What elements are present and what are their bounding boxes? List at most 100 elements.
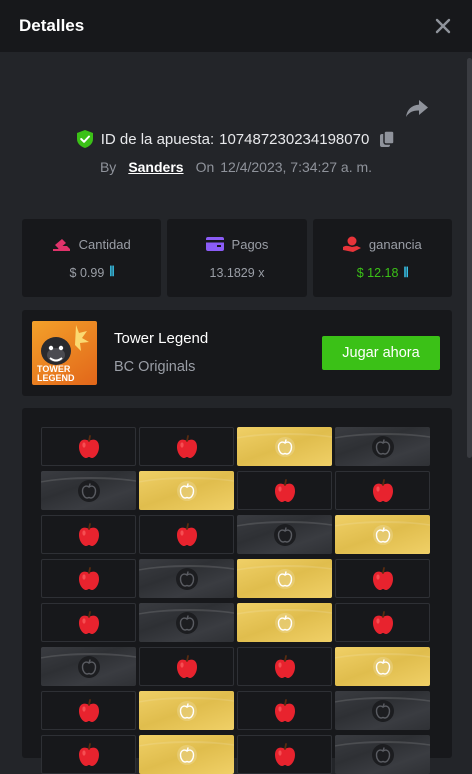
- apple-icon: [372, 610, 394, 635]
- stat-payout-value: 13.1829 x: [209, 265, 265, 280]
- copy-icon[interactable]: [379, 130, 396, 148]
- apple-icon: [274, 742, 296, 767]
- gold-apple-icon: [175, 699, 199, 723]
- board-cell-dark: [237, 515, 332, 554]
- apple-icon: [274, 478, 296, 503]
- on-label: On: [195, 159, 215, 175]
- board-cell-apple: [139, 515, 234, 554]
- board-cell-gold: [237, 427, 332, 466]
- hidden-apple-icon: [77, 655, 101, 679]
- hidden-apple-icon: [371, 435, 395, 459]
- bet-author-line: By Sanders On 12/4/2023, 7:34:27 a. m.: [0, 159, 472, 175]
- board-cell-apple: [335, 603, 430, 642]
- share-button[interactable]: [404, 98, 430, 120]
- profit-icon: [342, 236, 361, 252]
- board-cell-gold: [335, 647, 430, 686]
- board-cell-apple: [41, 559, 136, 598]
- gorilla-logo-icon: TOWER LEGEND: [37, 325, 89, 383]
- bet-stats: Cantidad $ 0.99 ꟾꟾ Pagos 13.1829 x ganan…: [22, 219, 452, 297]
- hidden-apple-icon: [175, 611, 199, 635]
- stat-amount-label: Cantidad: [78, 236, 131, 252]
- scrollbar[interactable]: [467, 58, 472, 458]
- gold-apple-icon: [273, 567, 297, 591]
- modal-header: Detalles: [0, 0, 472, 52]
- close-icon: [435, 18, 451, 34]
- board-cell-gold: [139, 471, 234, 510]
- board-cell-apple: [139, 647, 234, 686]
- board-cell-dark: [139, 603, 234, 642]
- board-cell-apple: [41, 691, 136, 730]
- apple-icon: [176, 654, 198, 679]
- apple-icon: [176, 434, 198, 459]
- gold-apple-icon: [371, 523, 395, 547]
- board-cell-apple: [237, 735, 332, 774]
- gold-apple-icon: [175, 479, 199, 503]
- bet-id-label: ID de la apuesta:: [100, 130, 215, 148]
- board-cell-apple: [335, 559, 430, 598]
- apple-icon: [274, 698, 296, 723]
- modal-title: Detalles: [19, 16, 85, 35]
- game-name[interactable]: Tower Legend: [114, 330, 208, 347]
- apple-icon: [372, 478, 394, 503]
- stat-profit-value: $ 12.18: [356, 266, 399, 280]
- by-label: By: [99, 159, 117, 175]
- apple-icon: [78, 698, 100, 723]
- coin-icon: ꟾꟾ: [403, 267, 408, 280]
- board-cell-dark: [335, 691, 430, 730]
- board-cell-apple: [335, 471, 430, 510]
- game-thumbnail[interactable]: TOWER LEGEND: [32, 321, 97, 385]
- bet-id-line: ID de la apuesta: 107487230234198070: [0, 130, 472, 148]
- board-cell-dark: [139, 559, 234, 598]
- verified-shield-icon: [76, 130, 93, 148]
- board-cell-gold: [139, 735, 234, 774]
- coin-icon: ꟾꟾ: [109, 267, 114, 279]
- payout-card-icon: [205, 237, 224, 251]
- hidden-apple-icon: [175, 567, 199, 591]
- bet-id-value: 107487230234198070: [219, 130, 370, 148]
- hidden-apple-icon: [77, 479, 101, 503]
- board-cell-apple: [41, 427, 136, 466]
- apple-icon: [372, 566, 394, 591]
- board-cell-gold: [335, 515, 430, 554]
- apple-icon: [274, 654, 296, 679]
- stat-payout-label: Pagos: [231, 236, 269, 252]
- stat-amount: Cantidad $ 0.99 ꟾꟾ: [22, 219, 162, 297]
- stat-profit-label: ganancia: [368, 236, 422, 252]
- hidden-apple-icon: [273, 523, 297, 547]
- board-cell-apple: [41, 515, 136, 554]
- bet-amount-icon: [52, 239, 70, 251]
- apple-icon: [78, 522, 100, 547]
- board-cell-dark: [335, 735, 430, 774]
- user-link[interactable]: Sanders: [128, 159, 183, 175]
- bet-datetime: 12/4/2023, 7:34:27 a. m.: [220, 159, 373, 175]
- game-logo-text-2: LEGEND: [37, 373, 75, 383]
- stat-amount-value: $ 0.99: [69, 265, 105, 280]
- stat-payout: Pagos 13.1829 x: [167, 219, 307, 297]
- game-card: TOWER LEGEND Tower Legend BC Originals J…: [22, 310, 452, 396]
- board-cell-dark: [41, 647, 136, 686]
- board-cell-apple: [41, 735, 136, 774]
- close-button[interactable]: [432, 15, 454, 37]
- share-icon: [406, 100, 428, 117]
- gold-apple-icon: [273, 611, 297, 635]
- play-now-button[interactable]: Jugar ahora: [322, 336, 440, 370]
- apple-icon: [176, 522, 198, 547]
- game-provider: BC Originals: [114, 359, 196, 375]
- apple-icon: [78, 742, 100, 767]
- board-cell-dark: [41, 471, 136, 510]
- board-cell-apple: [139, 427, 234, 466]
- gold-apple-icon: [273, 435, 297, 459]
- board-cell-gold: [237, 603, 332, 642]
- hidden-apple-icon: [371, 699, 395, 723]
- tower-board: [22, 408, 452, 774]
- gold-apple-icon: [371, 655, 395, 679]
- stat-profit: ganancia $ 12.18 ꟾꟾ: [312, 219, 452, 297]
- apple-icon: [78, 434, 100, 459]
- board-cell-gold: [139, 691, 234, 730]
- gold-apple-icon: [175, 743, 199, 767]
- board-cell-dark: [335, 427, 430, 466]
- board-cell-apple: [237, 647, 332, 686]
- board-cell-apple: [237, 471, 332, 510]
- hidden-apple-icon: [371, 743, 395, 767]
- apple-icon: [78, 566, 100, 591]
